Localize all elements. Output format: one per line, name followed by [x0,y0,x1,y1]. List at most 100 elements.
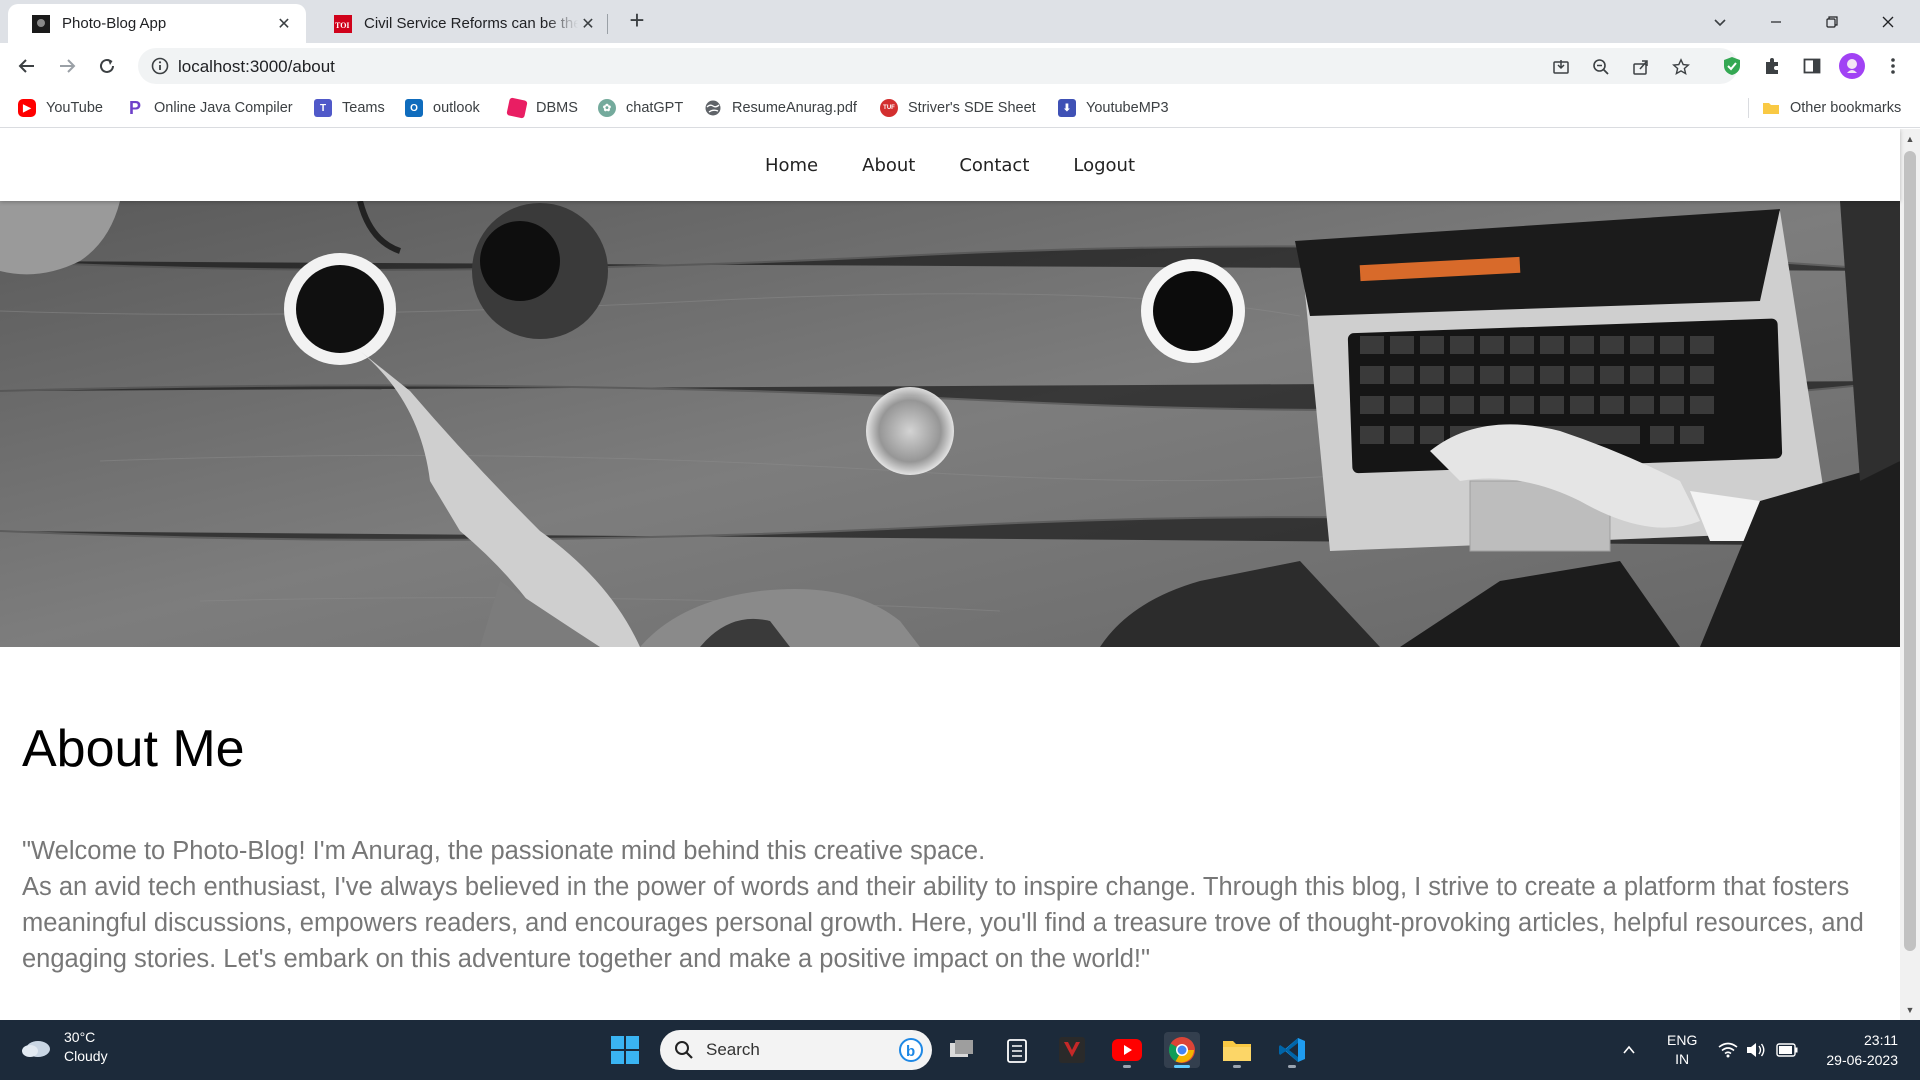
bookmark-label: YoutubeMP3 [1086,100,1169,116]
about-paragraph: "Welcome to Photo-Blog! I'm Anurag, the … [22,833,1882,977]
forward-button[interactable] [50,49,84,83]
install-app-icon[interactable] [1550,56,1572,78]
chatgpt-icon: ✿ [598,99,616,117]
youtube-icon: ▶ [18,99,36,117]
bookmark-strivers-sde-sheet[interactable]: TUF Striver's SDE Sheet [880,96,1036,120]
nav-about-link[interactable]: About [840,155,937,176]
file-explorer-icon[interactable] [1219,1032,1255,1068]
tab-photo-blog[interactable]: Photo-Blog App ✕ [8,4,306,43]
bing-icon[interactable]: b [898,1037,924,1063]
language-indicator[interactable]: ENG IN [1667,1020,1697,1080]
weather-widget[interactable]: 30°C Cloudy [20,1028,108,1066]
clock-date: 29-06-2023 [1826,1052,1898,1068]
new-tab-button[interactable]: + [622,6,652,36]
other-bookmarks-folder[interactable]: Other bookmarks [1762,96,1901,120]
page-scrollbar[interactable]: ▲ ▼ [1900,129,1920,1020]
search-icon [675,1041,693,1059]
weather-temperature: 30°C [64,1029,96,1045]
tab-civil-service[interactable]: TOI Civil Service Reforms can be the ✕ [310,4,610,43]
scroll-down-arrow-icon[interactable]: ▼ [1900,1002,1920,1018]
extensions-puzzle-icon[interactable] [1759,53,1785,79]
bookmarks-bar: ▶ YouTube P Online Java Compiler T Teams… [0,88,1920,128]
vscode-icon[interactable] [1274,1032,1310,1068]
striver-icon: TUF [880,99,898,117]
close-window-button[interactable] [1860,0,1916,43]
url-text[interactable]: localhost:3000/about [178,57,335,77]
nav-home-link[interactable]: Home [743,155,840,176]
running-indicator [1123,1065,1131,1068]
chrome-menu-icon[interactable] [1880,53,1906,79]
battery-icon[interactable] [1776,1020,1798,1080]
close-tab-icon[interactable]: ✕ [274,14,294,34]
windows-taskbar: 30°C Cloudy Search b ENG IN 23:11 29-06-… [0,1020,1920,1080]
reload-button[interactable] [90,49,124,83]
bookmark-label: Online Java Compiler [154,100,293,116]
wifi-icon[interactable] [1718,1020,1738,1080]
bookmark-dbms[interactable]: DBMS [506,96,578,120]
nav-contact-link[interactable]: Contact [937,155,1051,176]
share-icon[interactable] [1630,56,1652,78]
system-clock[interactable]: 23:11 29-06-2023 [1826,1030,1898,1070]
side-panel-icon[interactable] [1799,53,1825,79]
restore-button[interactable] [1804,0,1860,43]
address-bar[interactable]: localhost:3000/about [138,48,1738,84]
coffee-laptop-desk-photo [0,201,1900,647]
bookmark-label: Other bookmarks [1790,100,1902,116]
bookmark-label: YouTube [46,100,103,116]
back-button[interactable] [10,49,44,83]
bookmark-label: DBMS [536,100,578,116]
outlook-icon: O [405,99,423,117]
svg-text:TOI: TOI [335,21,350,30]
bookmark-star-icon[interactable] [1670,56,1692,78]
cloudy-weather-icon [22,1041,50,1057]
nav-logout-link[interactable]: Logout [1051,155,1157,176]
site-navbar: Home About Contact Logout [0,129,1900,201]
bookmark-outlook[interactable]: O outlook [405,96,480,120]
weather-description: Cloudy [64,1048,108,1064]
bookmark-label: outlook [433,100,480,116]
bookmark-resume[interactable]: ResumeAnurag.pdf [704,96,857,120]
scroll-up-arrow-icon[interactable]: ▲ [1900,131,1920,147]
about-intro-line: "Welcome to Photo-Blog! I'm Anurag, the … [22,837,986,865]
adblock-shield-icon[interactable] [1719,53,1745,79]
minimize-button[interactable] [1748,0,1804,43]
download-icon: ⬇ [1058,99,1076,117]
site-info-icon[interactable] [150,56,170,76]
tab-search-icon[interactable] [1692,0,1748,43]
show-hidden-icons-chevron-icon[interactable] [1622,1020,1636,1080]
youtube-app-icon[interactable] [1109,1032,1145,1068]
taskbar-search[interactable]: Search b [660,1030,932,1070]
tab-title: Photo-Blog App [62,15,167,32]
bookmark-youtubemp3[interactable]: ⬇ YoutubeMP3 [1058,96,1169,120]
notes-app-icon[interactable] [999,1032,1035,1068]
close-tab-icon[interactable]: ✕ [578,14,598,34]
zoom-icon[interactable] [1590,56,1612,78]
bookmark-label: chatGPT [626,100,684,116]
globe-icon [705,100,721,116]
language-code: ENG [1667,1032,1698,1048]
profile-avatar[interactable] [1839,53,1865,79]
hero-image [0,201,1900,647]
bookmark-chatgpt[interactable]: ✿ chatGPT [598,96,683,120]
bookmark-teams[interactable]: T Teams [314,96,385,120]
search-placeholder: Search [706,1040,760,1059]
tab-divider [607,14,608,34]
browser-toolbar: localhost:3000/about [0,43,1920,88]
about-heading: About Me [22,720,245,778]
volume-icon[interactable] [1746,1020,1766,1080]
teams-icon: T [314,99,332,117]
bookmark-youtube[interactable]: ▶ YouTube [18,96,103,120]
bookmark-online-java-compiler[interactable]: P Online Java Compiler [126,96,293,120]
predator-sense-icon[interactable] [1054,1032,1090,1068]
running-indicator [1174,1065,1190,1068]
region-code: IN [1675,1051,1690,1067]
scrollbar-thumb[interactable] [1904,151,1916,951]
bookmark-label: Striver's SDE Sheet [908,100,1036,116]
tab-title: Civil Service Reforms can be the [364,15,578,32]
photo-blog-favicon-icon [32,14,50,33]
java-compiler-icon: P [128,97,141,118]
chrome-app-icon[interactable] [1164,1032,1200,1068]
task-view-icon[interactable] [944,1032,980,1068]
page-viewport: Home About Contact Logout About Me "Welc… [0,129,1920,1020]
windows-start-icon[interactable] [610,1035,640,1065]
